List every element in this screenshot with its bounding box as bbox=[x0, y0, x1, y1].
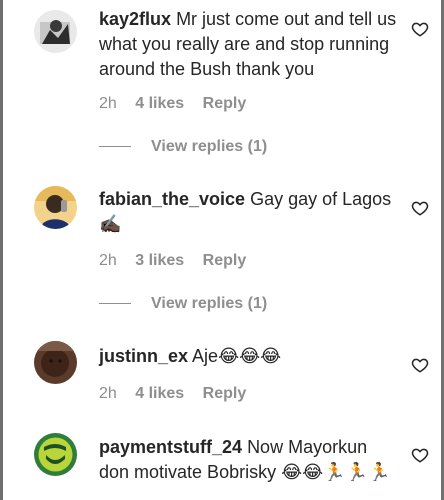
avatar[interactable] bbox=[34, 186, 77, 229]
view-replies-label[interactable]: View replies (1) bbox=[151, 295, 267, 312]
reply-button[interactable]: Reply bbox=[203, 252, 247, 270]
comment-username[interactable]: kay2flux bbox=[99, 9, 171, 29]
comments-panel: kay2flux Mr just come out and tell us wh… bbox=[0, 0, 444, 500]
view-replies-button[interactable]: View replies (1) bbox=[99, 295, 267, 313]
reply-button[interactable]: Reply bbox=[203, 95, 247, 113]
view-replies-label[interactable]: View replies (1) bbox=[151, 138, 267, 155]
comment-username[interactable]: paymentstuff_24 bbox=[99, 437, 242, 457]
avatar[interactable] bbox=[34, 10, 77, 53]
comment-text: paymentstuff_24 Now Mayorkun don motivat… bbox=[99, 435, 399, 485]
comment-time: 2h bbox=[99, 95, 117, 112]
divider-line bbox=[99, 303, 131, 305]
heart-icon[interactable] bbox=[411, 199, 429, 217]
likes-count[interactable]: 3 likes bbox=[135, 252, 184, 270]
comment-meta: 2h 4 likes Reply bbox=[99, 385, 246, 403]
comment-text: justinn_ex Aje😂😂😂 bbox=[99, 344, 399, 369]
heart-icon[interactable] bbox=[411, 446, 429, 464]
comment-time: 2h bbox=[99, 385, 117, 402]
comment-username[interactable]: justinn_ex bbox=[99, 346, 188, 366]
heart-icon[interactable] bbox=[411, 356, 429, 374]
avatar[interactable] bbox=[34, 341, 77, 384]
comment-time: 2h bbox=[99, 252, 117, 269]
heart-icon[interactable] bbox=[411, 20, 429, 38]
comment-text: fabian_the_voice Gay gay of Lagos ✍🏿 bbox=[99, 187, 399, 237]
reply-button[interactable]: Reply bbox=[203, 385, 247, 403]
comment-meta: 2h 4 likes Reply bbox=[99, 95, 246, 113]
likes-count[interactable]: 4 likes bbox=[135, 95, 184, 113]
comment-body: Aje😂😂😂 bbox=[192, 346, 282, 366]
avatar[interactable] bbox=[34, 433, 77, 476]
divider-line bbox=[99, 146, 131, 148]
view-replies-button[interactable]: View replies (1) bbox=[99, 138, 267, 156]
comment-text: kay2flux Mr just come out and tell us wh… bbox=[99, 7, 399, 82]
comment-username[interactable]: fabian_the_voice bbox=[99, 189, 245, 209]
comment-meta: 2h 3 likes Reply bbox=[99, 252, 246, 270]
likes-count[interactable]: 4 likes bbox=[135, 385, 184, 403]
